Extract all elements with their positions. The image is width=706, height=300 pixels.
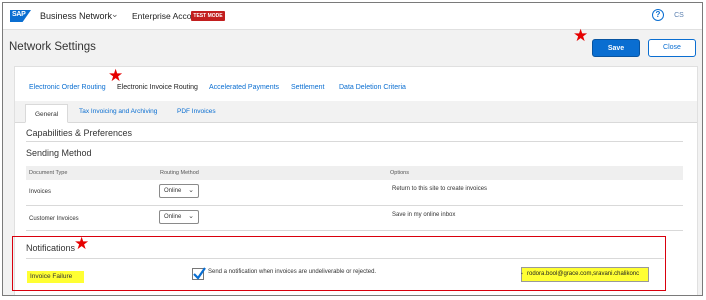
- page-title: Network Settings: [9, 41, 96, 53]
- notification-checkbox[interactable]: [192, 267, 206, 280]
- column-header: Options: [390, 170, 409, 176]
- chevron-down-icon: ⌄: [188, 213, 194, 220]
- annotation-star-icon: ★: [74, 234, 90, 253]
- tab-electronic-invoice-routing[interactable]: Electronic Invoice Routing: [117, 84, 198, 91]
- chevron-down-icon: ⌄: [188, 187, 194, 194]
- table-cell-options: Save in my online inbox: [392, 212, 456, 218]
- page-header: Network Settings ★ Save Close: [3, 27, 702, 65]
- check-icon: [193, 267, 206, 280]
- column-header: Routing Method: [160, 170, 199, 176]
- subtab-general[interactable]: General: [25, 104, 69, 123]
- notification-checkbox-label: Send a notification when invoices are un…: [208, 269, 377, 275]
- sending-method-heading: Sending Method: [26, 148, 92, 158]
- row-divider: [26, 230, 683, 231]
- field-handle-icon: ▪: [521, 271, 523, 277]
- routing-method-select[interactable]: Online ⌄: [159, 184, 199, 198]
- subtab-tax-invoicing[interactable]: Tax Invoicing and Archiving: [79, 108, 157, 115]
- test-mode-badge: TEST MODE: [191, 11, 225, 21]
- annotation-star-icon: ★: [108, 66, 124, 85]
- table-header: Document Type Routing Method Options: [26, 166, 683, 180]
- tab-accelerated-payments[interactable]: Accelerated Payments: [209, 84, 279, 91]
- avatar[interactable]: CS: [671, 8, 687, 24]
- invoice-failure-label: Invoice Failure: [27, 271, 84, 283]
- tab-bar: Electronic Order Routing ★ Electronic In…: [15, 67, 697, 101]
- table-cell-doc-type: Customer Invoices: [29, 216, 79, 222]
- divider: [26, 258, 664, 259]
- subtab-bar: General Tax Invoicing and Archiving PDF …: [15, 101, 697, 123]
- annotation-star-icon: ★: [573, 26, 589, 45]
- tab-data-deletion-criteria[interactable]: Data Deletion Criteria: [339, 84, 406, 91]
- capabilities-heading: Capabilities & Preferences: [26, 128, 133, 138]
- chevron-down-icon[interactable]: ⌄: [111, 9, 119, 20]
- tab-settlement[interactable]: Settlement: [291, 84, 324, 91]
- table-cell-options: Return to this site to create invoices: [392, 186, 488, 192]
- tab-electronic-order-routing[interactable]: Electronic Order Routing: [29, 84, 106, 91]
- annotation-highlight-box: [12, 236, 666, 291]
- save-button[interactable]: Save: [592, 39, 640, 57]
- divider: [26, 141, 683, 142]
- notification-email-field[interactable]: rodora.bool@grace.com,sravani.chalikonc: [521, 267, 649, 282]
- help-icon[interactable]: ?: [652, 9, 664, 21]
- top-bar: SAP Business Network ⌄ Enterprise Accoun…: [3, 3, 702, 30]
- sap-logo[interactable]: SAP: [10, 10, 31, 22]
- close-button[interactable]: Close: [648, 39, 696, 57]
- notifications-heading: Notifications: [26, 243, 76, 253]
- routing-method-select[interactable]: Online ⌄: [159, 210, 199, 224]
- product-name[interactable]: Business Network: [40, 11, 112, 21]
- column-header: Document Type: [29, 170, 68, 176]
- subtab-pdf-invoices[interactable]: PDF Invoices: [177, 108, 216, 115]
- row-divider: [26, 205, 683, 206]
- table-cell-doc-type: Invoices: [29, 189, 52, 195]
- screenshot-frame: SAP Business Network ⌄ Enterprise Accoun…: [2, 2, 703, 296]
